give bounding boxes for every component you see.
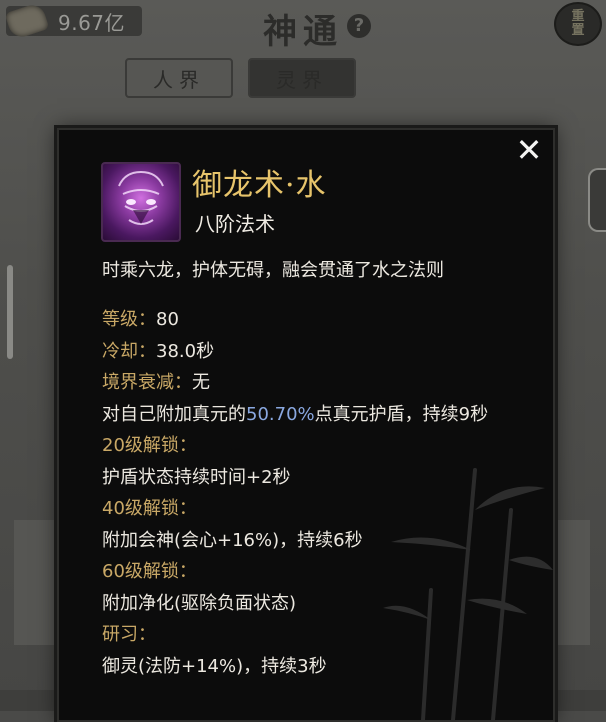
left-scrollbar[interactable]: [7, 265, 13, 359]
page-title: 神通: [263, 12, 343, 52]
tab-human-realm[interactable]: 人界: [125, 58, 233, 98]
right-side-handle[interactable]: [588, 168, 606, 232]
help-icon[interactable]: ?: [347, 14, 371, 38]
level-value: 80: [156, 309, 179, 330]
skill-dragon-icon: [101, 162, 181, 242]
reset-label-2: 置: [571, 23, 585, 38]
level-row: 等级：80: [102, 304, 522, 336]
decay-label: 境界衰减：: [102, 372, 192, 393]
level-label: 等级：: [102, 309, 156, 330]
effect-row: 对自己附加真元的50.70%点真元护盾，持续9秒: [102, 399, 522, 431]
decay-value: 无: [192, 372, 210, 393]
cooldown-label: 冷却：: [102, 340, 156, 362]
reset-button[interactable]: 重 置: [554, 2, 602, 46]
cooldown-row: 冷却：38.0秒: [102, 336, 522, 368]
dragon-head-icon: [118, 170, 164, 225]
effect-prefix: 对自己附加真元的: [102, 403, 246, 425]
skill-description: 时乘六龙，护体无碍，融会贯通了水之法则: [102, 260, 444, 281]
unlock20-label: 20级解锁：: [102, 435, 197, 456]
close-button[interactable]: ✕: [515, 134, 543, 166]
skill-name: 御龙术·水: [192, 168, 327, 203]
effect-suffix: 点真元护盾，持续9秒: [314, 403, 489, 425]
skill-tooltip-panel: ✕ 御龙术·水 八阶法术 时乘六龙，护体无碍，融会贯通了水之法则 等级：80 冷…: [57, 128, 555, 722]
reset-label-1: 重: [571, 9, 585, 24]
skill-stats: 等级：80 冷却：38.0秒 境界衰减：无 对自己附加真元的50.70%点真元护…: [102, 304, 522, 682]
skill-tier: 八阶法术: [195, 212, 275, 236]
unlock60-label: 60级解锁：: [102, 561, 197, 582]
study-text: 御灵(法防+14%)，持续3秒: [102, 655, 327, 677]
effect-percent: 50.70%: [246, 403, 315, 425]
study-label: 研习：: [102, 624, 156, 645]
decay-row: 境界衰减：无: [102, 367, 522, 399]
cooldown-value: 38.0秒: [156, 340, 215, 362]
background-panel-right: [550, 520, 590, 645]
unlock60-text: 附加净化(驱除负面状态): [102, 592, 297, 614]
tab-spirit-realm[interactable]: 灵界: [248, 58, 356, 98]
unlock20-text: 护盾状态持续时间+2秒: [102, 466, 291, 488]
unlock40-text: 附加会神(会心+16%)，持续6秒: [102, 529, 363, 551]
unlock40-label: 40级解锁：: [102, 498, 197, 519]
